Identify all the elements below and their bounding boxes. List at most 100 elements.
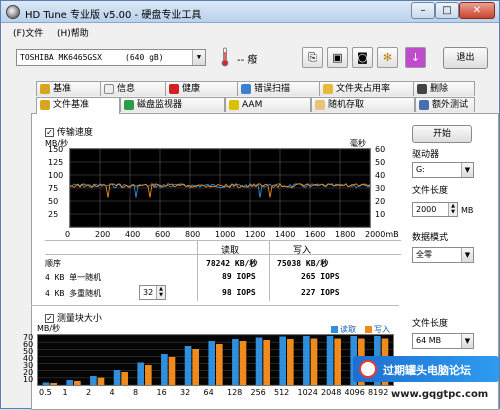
tab-file-benchmark[interactable]: 文件基准 bbox=[36, 97, 120, 114]
disk-monitor-icon bbox=[124, 100, 134, 110]
tab-error-scan[interactable]: 错误扫描 bbox=[237, 81, 323, 96]
table-row: 4 KB 多重随机 bbox=[45, 288, 101, 299]
tab-benchmark[interactable]: 基准 bbox=[36, 81, 108, 96]
write-bar bbox=[287, 339, 294, 385]
data-mode-select[interactable]: 全零 ▼ bbox=[412, 247, 474, 263]
x-tick-label: 256 bbox=[250, 388, 266, 397]
write-bar bbox=[263, 340, 270, 385]
x-tick-label: 0.5 bbox=[39, 388, 52, 397]
x-tick-label: 1800 bbox=[335, 230, 356, 239]
chevron-down-icon: ▼ bbox=[192, 50, 205, 65]
col-write-header: 写入 bbox=[293, 246, 312, 256]
benchmark-icon bbox=[40, 84, 50, 94]
x-tick-label: 32 bbox=[180, 388, 191, 397]
stepper-arrows-icon[interactable]: ▲ ▼ bbox=[448, 203, 457, 216]
x-tick-label: 1400 bbox=[275, 230, 296, 239]
tab-folder-usage[interactable]: 文件夹占用率 bbox=[319, 81, 419, 96]
watermark: 过期罐头电脑论坛 www.gqgtpc.com bbox=[353, 356, 499, 408]
watermark-url: www.gqgtpc.com bbox=[391, 389, 489, 400]
write-bar bbox=[74, 381, 81, 385]
start-button[interactable]: 开始 bbox=[412, 125, 472, 143]
chevron-down-icon: ▼ bbox=[461, 163, 473, 177]
chevron-down-icon: ▼ bbox=[461, 334, 473, 348]
maximize-button[interactable]: □ bbox=[435, 2, 459, 19]
tab-aam[interactable]: AAM bbox=[225, 97, 311, 112]
x-tick-label: 4 bbox=[109, 388, 115, 397]
write-bar bbox=[121, 372, 128, 385]
read-bar bbox=[208, 341, 216, 385]
block-size-chart bbox=[37, 334, 394, 386]
stepper-arrows-icon[interactable]: ▲ ▼ bbox=[156, 286, 165, 299]
read-bar bbox=[161, 354, 168, 385]
read-bar bbox=[255, 337, 263, 385]
download-icon[interactable]: ↓ bbox=[405, 47, 426, 68]
row-label: 4 KB 多重随机 bbox=[45, 289, 102, 298]
tab-disk-monitor[interactable]: 磁盘监视器 bbox=[120, 97, 225, 112]
exit-button[interactable]: 退出 bbox=[443, 47, 488, 69]
x-tick-label: 0 bbox=[65, 230, 71, 239]
info-icon bbox=[104, 84, 114, 94]
menu-help[interactable]: (H)帮助 bbox=[57, 26, 89, 39]
checkbox[interactable]: ✓ bbox=[45, 128, 54, 137]
x-tick-label: 2 bbox=[86, 388, 92, 397]
health-cross-icon bbox=[169, 84, 179, 94]
x-tick-label: 2000mB bbox=[365, 230, 399, 239]
app-icon bbox=[6, 5, 20, 19]
menu-bar: (F)文件 (H)帮助 bbox=[1, 24, 499, 40]
menu-file[interactable]: (F)文件 bbox=[13, 26, 43, 39]
x-tick-label: 400 bbox=[125, 230, 141, 239]
table-row: 顺序 bbox=[45, 258, 61, 269]
write-bar bbox=[145, 365, 152, 385]
file-benchmark-icon bbox=[40, 100, 50, 110]
tab-info[interactable]: 信息 bbox=[100, 81, 169, 96]
row-read: 89 IOPS bbox=[222, 272, 256, 281]
row-read: 98 IOPS bbox=[222, 288, 256, 297]
tab-extra-tests[interactable]: 额外测试 bbox=[415, 97, 475, 112]
drive-letter-select[interactable]: G: ▼ bbox=[412, 162, 474, 178]
data-mode-label: 数据模式 bbox=[412, 233, 449, 243]
save-icon[interactable]: ▣ bbox=[327, 47, 348, 68]
x-tick-label: 200 bbox=[95, 230, 111, 239]
transfer-speed-toggle[interactable]: ✓ 传输速度 bbox=[45, 125, 93, 138]
x-tick-label: 16 bbox=[156, 388, 167, 397]
random-access-icon bbox=[315, 100, 325, 110]
tab-health[interactable]: 健康 bbox=[165, 81, 241, 96]
speaker-icon bbox=[229, 100, 239, 110]
read-bar bbox=[90, 376, 97, 385]
temperature-readout: -- 癈 bbox=[237, 55, 258, 66]
block-file-length-label: 文件长度 bbox=[412, 319, 449, 329]
tab-erase[interactable]: 删除 bbox=[413, 81, 475, 96]
block-file-length-select[interactable]: 64 MB ▼ bbox=[412, 333, 474, 349]
y-tick-label: 20 bbox=[375, 197, 386, 206]
transfer-speed-svg bbox=[69, 148, 371, 228]
read-bar bbox=[66, 380, 74, 385]
checkbox[interactable]: ✓ bbox=[45, 314, 54, 323]
x-tick-label: 1600 bbox=[305, 230, 326, 239]
legend-write-swatch bbox=[365, 326, 372, 333]
tab-random-access[interactable]: 随机存取 bbox=[311, 97, 415, 112]
file-length-stepper[interactable]: 2000 ▲ ▼ bbox=[412, 202, 458, 217]
write-bar bbox=[192, 349, 199, 385]
drive-select[interactable]: TOSHIBA MK6465GSX (640 gB) ▼ bbox=[16, 49, 206, 66]
table-top-divider bbox=[45, 240, 401, 241]
transfer-speed-chart bbox=[69, 148, 371, 228]
read-bar bbox=[137, 362, 145, 385]
table-row: 4 KB 单一随机 bbox=[45, 272, 101, 283]
close-button[interactable]: ✕ bbox=[459, 2, 495, 19]
x-tick-label: 1000 bbox=[215, 230, 236, 239]
drive-label: 驱动器 bbox=[412, 150, 440, 160]
copy-icon[interactable]: ⎘ bbox=[302, 47, 323, 68]
block-size-svg bbox=[38, 334, 393, 386]
write-bar bbox=[216, 344, 223, 385]
chevron-down-icon: ▼ bbox=[461, 248, 473, 262]
write-bar bbox=[239, 341, 247, 385]
drive-capacity: (640 gB) bbox=[125, 53, 164, 62]
queue-depth-stepper[interactable]: 32 ▲ ▼ bbox=[139, 285, 166, 300]
app-window: HD Tune 专业版 v5.00 - 硬盘专业工具 – □ ✕ (F)文件 (… bbox=[0, 0, 500, 410]
screenshot-icon[interactable]: ◙ bbox=[352, 47, 373, 68]
x-tick-label: 1200 bbox=[245, 230, 266, 239]
y-tick-label: 75 bbox=[48, 184, 59, 193]
write-bar bbox=[50, 383, 57, 385]
options-icon[interactable]: ✻ bbox=[377, 47, 398, 68]
minimize-button[interactable]: – bbox=[411, 2, 435, 19]
